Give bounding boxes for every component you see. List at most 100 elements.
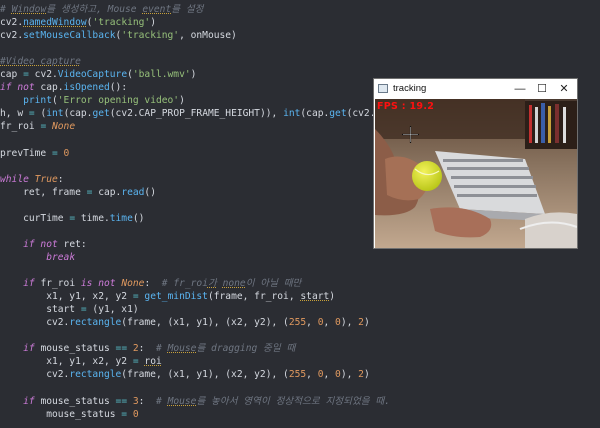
code-line[interactable]: x1, y1, x2, y2 = get_minDist(frame, fr_r… <box>0 290 335 303</box>
fps-label: FPS : 19.2 <box>377 101 435 112</box>
code-token: : <box>144 278 162 290</box>
code-token: read <box>121 186 145 198</box>
code-line[interactable]: cv2.setMouseCallback('tracking', onMouse… <box>0 29 237 42</box>
code-token: int <box>46 108 64 120</box>
code-line[interactable]: h, w = (int(cap.get(cv2.CAP_PROP_FRAME_H… <box>0 107 427 120</box>
code-line[interactable]: start = (y1, x1) <box>0 303 138 316</box>
code-token: cv2. <box>0 369 70 381</box>
code-token: ), <box>340 369 359 381</box>
code-token: , onMouse) <box>179 30 237 42</box>
code-line[interactable]: curTime = time.time() <box>0 212 144 225</box>
code-line[interactable]: cv2.rectangle(frame, (x1, y1), (x2, y2),… <box>0 368 370 381</box>
code-line[interactable]: #Video capture <box>0 55 81 68</box>
code-line[interactable]: print('Error opening video') <box>0 94 185 107</box>
code-token: 가 <box>207 278 217 290</box>
code-token: (): <box>109 82 128 94</box>
code-token: get_minDist <box>144 291 208 303</box>
code-line[interactable]: break <box>0 251 75 264</box>
code-token: (frame, (x1, y1), (x2, y2), ( <box>121 317 289 329</box>
code-line[interactable]: if mouse_status == 2: # Mouse를 dragging … <box>0 342 295 355</box>
code-line[interactable]: if mouse_status == 3: # Mouse를 놓아서 영역이 정… <box>0 395 390 408</box>
code-token: 'Error opening video' <box>57 95 180 107</box>
code-token: : <box>57 173 64 185</box>
code-token: ret: <box>57 238 87 250</box>
code-line[interactable]: x1, y1, x2, y2 = roi <box>0 355 162 368</box>
video-frame[interactable]: FPS : 19.2 <box>375 99 577 248</box>
minimize-button[interactable]: — <box>509 79 531 99</box>
code-token: 255 <box>288 369 307 381</box>
code-token: cap. <box>34 82 64 94</box>
window-titlebar[interactable]: tracking — ☐ ✕ <box>374 79 577 99</box>
code-token: start <box>0 304 81 316</box>
code-token: None <box>52 121 76 133</box>
code-token: (cv2.CAP_PROP_FRAME_HEIGHT)), <box>109 108 284 120</box>
code-token: fr_roi <box>34 278 81 290</box>
code-line[interactable]: if not ret: <box>0 238 87 251</box>
code-token: ) <box>329 291 336 303</box>
tracking-window[interactable]: tracking — ☐ ✕ FPS: 19.2 <box>373 78 578 249</box>
code-token: VideoCapture <box>57 69 128 81</box>
code-token: break <box>46 251 76 263</box>
code-line[interactable]: ret, frame = cap.read() <box>0 186 156 199</box>
code-token: () <box>144 186 156 198</box>
video-scene <box>375 99 577 248</box>
code-token: event <box>142 4 172 15</box>
code-token: ) <box>363 317 370 329</box>
code-token: ), <box>340 317 359 329</box>
code-line[interactable]: while True: <box>0 173 64 186</box>
code-token: cap <box>0 69 24 81</box>
window-title: tracking <box>393 83 427 94</box>
code-token: namedWindow <box>23 17 87 29</box>
code-token: Window <box>11 4 47 15</box>
app-icon <box>378 84 388 93</box>
code-line[interactable]: # Window를 생성하고, Mouse event를 설정 <box>0 3 204 16</box>
code-token: if <box>23 395 35 407</box>
code-token: int <box>283 108 301 120</box>
code-token: (cap. <box>300 108 330 120</box>
code-token: time <box>109 212 133 224</box>
code-line[interactable]: prevTime = 0 <box>0 147 69 160</box>
code-token: if not <box>23 238 58 250</box>
code-line[interactable]: cap = cv2.VideoCapture('ball.wmv') <box>0 68 196 81</box>
code-token: , <box>323 317 336 329</box>
code-token: time. <box>75 212 110 224</box>
code-token: # fr_roi <box>161 278 208 290</box>
code-token: cv2. <box>0 317 70 329</box>
code-token: rectangle <box>69 317 122 329</box>
code-token: ) <box>179 95 185 107</box>
code-token: None <box>121 278 145 290</box>
code-token: mouse_status <box>0 408 122 420</box>
code-token: 를 dragging 중일 때 <box>196 343 296 355</box>
code-token: 'tracking' <box>92 17 151 29</box>
code-token: isOpened <box>63 82 110 94</box>
code-line[interactable]: cv2.namedWindow('tracking') <box>0 16 156 29</box>
code-token: (frame, (x1, y1), (x2, y2), ( <box>121 369 289 381</box>
code-token: 'ball.wmv' <box>132 69 191 81</box>
code-token: roi <box>144 356 162 368</box>
maximize-button[interactable]: ☐ <box>531 79 553 99</box>
close-button[interactable]: ✕ <box>553 79 575 99</box>
code-line[interactable]: mouse_status = 0 <box>0 408 138 421</box>
code-token: Mouse <box>167 343 197 355</box>
code-token: mouse_status <box>34 343 116 355</box>
code-token: # <box>0 4 12 15</box>
code-token: 0 <box>63 147 70 159</box>
code-line[interactable]: fr_roi = None <box>0 120 75 133</box>
code-token: get <box>329 108 347 120</box>
code-token: cv2. <box>28 69 58 81</box>
code-token: is not <box>80 278 116 290</box>
code-token: ( <box>34 108 47 120</box>
code-token: , <box>323 369 336 381</box>
code-token: ) <box>150 17 156 29</box>
code-token: 를 놓아서 영역이 정상적으로 지정되었을 때. <box>196 395 390 407</box>
code-line[interactable]: cv2.rectangle(frame, (x1, y1), (x2, y2),… <box>0 316 370 329</box>
code-token: while <box>0 173 29 185</box>
tennis-ball <box>412 161 442 191</box>
code-token: none <box>222 278 246 290</box>
code-token: : <box>138 343 156 355</box>
code-line[interactable]: if fr_roi is not None: # fr_roi가 none이 아… <box>0 277 301 290</box>
code-line[interactable]: if not cap.isOpened(): <box>0 81 127 94</box>
code-token: ) <box>190 69 197 81</box>
